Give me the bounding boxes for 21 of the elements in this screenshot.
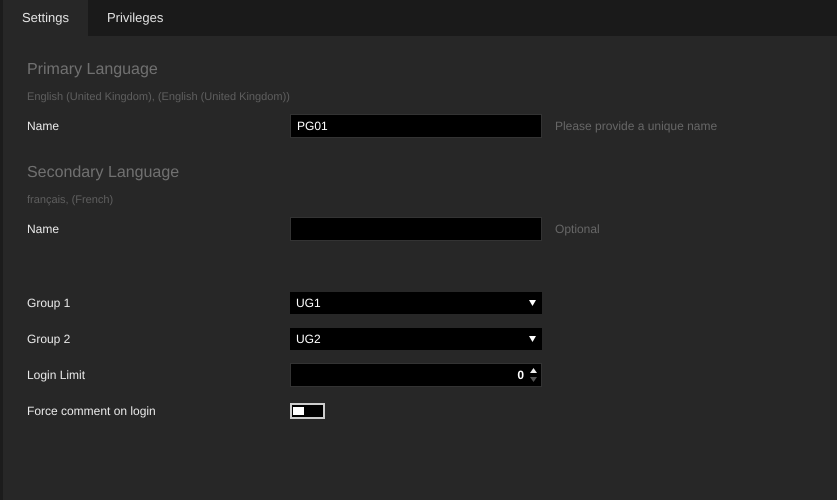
- spinner-icon[interactable]: [530, 367, 537, 383]
- dropdown[interactable]: UG2: [290, 328, 542, 350]
- field-label: Name: [27, 221, 60, 238]
- text-input[interactable]: [290, 217, 542, 241]
- dropdown[interactable]: UG1: [290, 292, 542, 314]
- field-hint: Optional: [555, 221, 600, 238]
- field-label: Force comment on login: [27, 403, 157, 420]
- field-label: Group 1: [27, 295, 72, 312]
- tab[interactable]: Settings: [3, 0, 88, 36]
- text-input[interactable]: PG01: [290, 114, 542, 138]
- field-hint: Please provide a unique name: [555, 118, 718, 135]
- toggle-switch[interactable]: [290, 403, 325, 419]
- section-heading: Primary Language: [27, 60, 158, 80]
- tab[interactable]: Privileges: [88, 0, 182, 36]
- section-heading: Secondary Language: [27, 163, 180, 183]
- number-input[interactable]: 0: [290, 363, 542, 387]
- caret-icon: [529, 336, 536, 342]
- caret-icon: [529, 300, 536, 306]
- field-label: Group 2: [27, 331, 72, 348]
- field-label: Name: [27, 118, 60, 135]
- field-label: Login Limit: [27, 367, 86, 384]
